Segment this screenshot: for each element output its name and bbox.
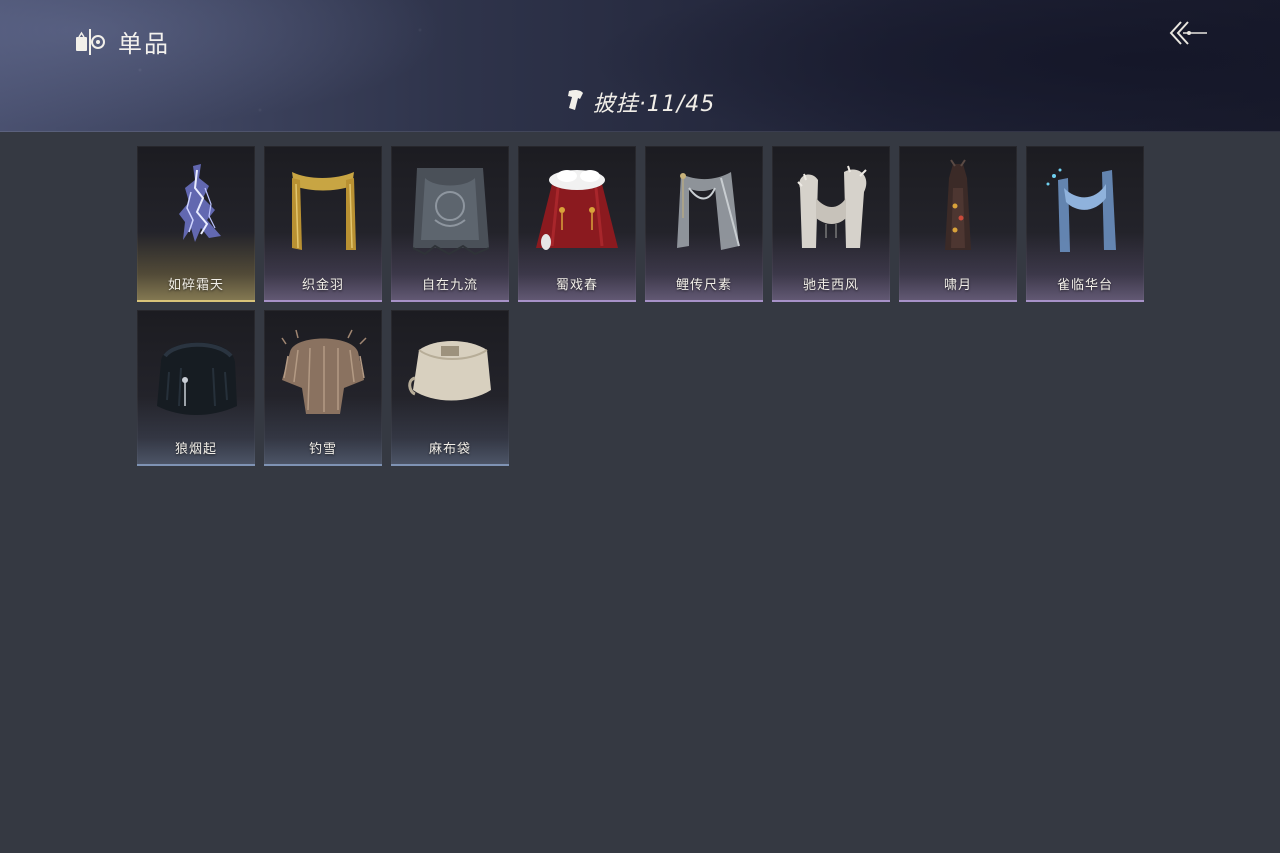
gold-scarf-icon (292, 172, 356, 250)
item-card-rusuishuangtian[interactable]: 如碎霜天 (137, 146, 255, 302)
grey-scarf-icon (677, 172, 740, 250)
item-card-quelinhuatai[interactable]: 雀临华台 (1026, 146, 1144, 302)
item-card-xiaoyue[interactable]: 啸月 (899, 146, 1017, 302)
rarity-bar (137, 300, 255, 302)
rarity-bar (645, 300, 763, 302)
item-name: 蜀戏春 (555, 278, 598, 293)
black-fur-cape-icon (157, 342, 237, 415)
item-card-mabudai[interactable]: 麻布袋 (391, 310, 509, 466)
item-card-zizaijiuliu[interactable]: 自在九流 (391, 146, 509, 302)
rarity-bar (518, 300, 636, 302)
item-card-chizouxifeng[interactable]: 驰走西风 (772, 146, 890, 302)
item-name: 麻布袋 (428, 442, 471, 457)
item-card-langyanqi[interactable]: 狼烟起 (137, 310, 255, 466)
item-name: 啸月 (943, 278, 972, 293)
item-grid: 如碎霜天 织金羽 自在九流 蜀戏春 鲤传尺素 驰走西风 啸月 雀临华台 狼烟起 … (137, 146, 1144, 466)
lightning-cape-icon (179, 164, 221, 242)
category-header: 披挂·11/45 (0, 86, 1280, 118)
item-name: 驰走西风 (802, 278, 859, 293)
item-card-diaoxue[interactable]: 钓雪 (264, 310, 382, 466)
rarity-bar (391, 300, 509, 302)
dark-cape-icon (945, 159, 971, 250)
page-title: 单品 (118, 30, 170, 58)
back-arrow-icon (1167, 18, 1209, 52)
rarity-bar (264, 464, 382, 466)
back-button[interactable] (1166, 18, 1210, 52)
rarity-bar (1026, 300, 1144, 302)
top-banner: 单品 披挂·11/45 (0, 0, 1280, 132)
item-card-lichuanchisu[interactable]: 鲤传尺素 (645, 146, 763, 302)
rarity-bar (137, 464, 255, 466)
wardrobe-icon (74, 27, 108, 57)
cape-icon (565, 88, 585, 116)
straw-cape-icon (281, 329, 367, 414)
rarity-bar (264, 300, 382, 302)
item-name: 如碎霜天 (167, 278, 224, 293)
red-fur-cape-icon (536, 170, 618, 250)
item-name: 钓雪 (308, 442, 337, 457)
item-card-shuxichun[interactable]: 蜀戏春 (518, 146, 636, 302)
blue-scarf-icon (1046, 168, 1116, 252)
item-name: 雀临华台 (1056, 278, 1113, 293)
item-card-zhijinyu[interactable]: 织金羽 (264, 146, 382, 302)
category-label: 披挂·11/45 (592, 92, 716, 117)
item-name: 自在九流 (421, 278, 478, 293)
embroidered-cape-icon (412, 168, 490, 256)
item-name: 鲤传尺素 (675, 278, 732, 293)
item-name: 狼烟起 (174, 442, 217, 457)
sack-icon (408, 341, 491, 401)
rarity-bar (899, 300, 1017, 302)
rarity-bar (772, 300, 890, 302)
rarity-bar (391, 464, 509, 466)
white-fur-scarf-icon (797, 165, 867, 248)
title-area: 单品 (74, 24, 170, 59)
item-name: 织金羽 (301, 278, 344, 293)
